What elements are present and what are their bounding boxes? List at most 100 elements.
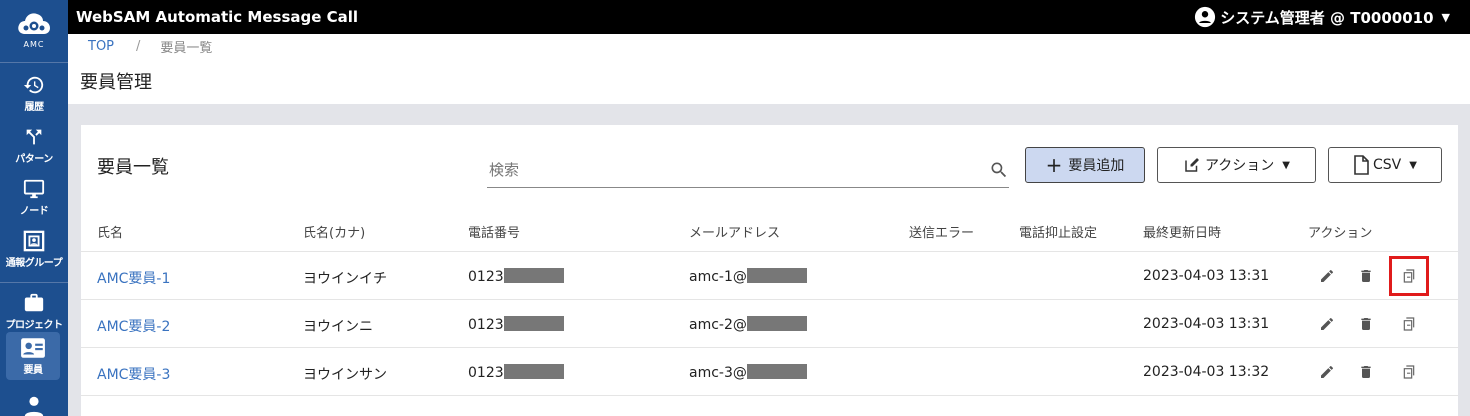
pattern-icon: [26, 129, 42, 145]
group-icon: [23, 230, 45, 252]
briefcase-icon: [24, 293, 44, 312]
sidebar-item-label: プロジェクト: [5, 320, 64, 331]
sidebar: AMC 履歴 パターン ノード 通報グループ プロジェクト 要員: [0, 0, 68, 416]
staff-email: amc-2@: [689, 316, 807, 333]
nav-divider: [0, 62, 68, 63]
column-header-suppress[interactable]: 電話抑止設定: [1019, 222, 1097, 241]
column-header-updated[interactable]: 最終更新日時: [1143, 222, 1221, 241]
sidebar-item-label: 通報グループ: [5, 258, 63, 269]
add-staff-label: 要員追加: [1068, 158, 1125, 174]
search-placeholder: 検索: [489, 161, 520, 179]
cloud-logo-icon: [18, 12, 50, 34]
sidebar-item-history[interactable]: 履歴: [0, 74, 68, 113]
card-title: 要員一覧: [97, 157, 169, 178]
table-row: AMC要員-1 ヨウインイチ 0123 amc-1@ 2023-04-03 13…: [81, 252, 1458, 300]
column-header-kana[interactable]: 氏名(カナ): [303, 222, 365, 241]
edit-icon[interactable]: [1315, 264, 1339, 288]
email-prefix: amc-1@: [689, 269, 747, 285]
monitor-icon: [23, 179, 45, 199]
redacted-block: [503, 316, 564, 331]
sidebar-item-pattern[interactable]: パターン: [0, 126, 68, 165]
staff-email: amc-3@: [689, 364, 807, 381]
staff-phone: 0123: [468, 316, 564, 333]
redacted-block: [503, 364, 564, 379]
user-menu[interactable]: システム管理者 @ T0000010 ▼: [1194, 6, 1450, 28]
delete-icon[interactable]: [1354, 360, 1378, 384]
column-header-phone[interactable]: 電話番号: [468, 222, 520, 241]
staff-phone: 0123: [468, 268, 564, 285]
staff-list-card: 要員一覧 検索 + 要員追加 アクション ▼ CSV ▼ 氏名 氏名(カナ) 電…: [81, 125, 1458, 416]
sidebar-item-project[interactable]: プロジェクト: [0, 292, 68, 331]
search-icon[interactable]: [989, 160, 1009, 180]
email-prefix: amc-3@: [689, 365, 747, 381]
breadcrumb-current: 要員一覧: [160, 40, 213, 56]
redacted-block: [746, 364, 807, 379]
action-label: アクション: [1204, 158, 1275, 174]
breadcrumb-top-link[interactable]: TOP: [88, 39, 114, 54]
history-icon: [23, 76, 44, 94]
table-row: AMC要員-2 ヨウインニ 0123 amc-2@ 2023-04-03 13:…: [81, 300, 1458, 348]
sidebar-item-label: ノード: [19, 206, 49, 217]
copy-icon[interactable]: [1389, 256, 1429, 296]
sidebar-item-notify-group[interactable]: 通報グループ: [0, 230, 68, 269]
contact-card-icon: [21, 337, 45, 358]
edit-square-icon: [1185, 158, 1199, 172]
sidebar-item-label: 要員: [23, 364, 44, 376]
staff-updated: 2023-04-03 13:31: [1143, 268, 1270, 284]
column-header-email[interactable]: メールアドレス: [689, 222, 780, 241]
search-input[interactable]: 検索: [487, 152, 1009, 188]
staff-email: amc-1@: [689, 268, 807, 285]
phone-prefix: 0123: [468, 269, 504, 285]
csv-dropdown-button[interactable]: CSV ▼: [1328, 147, 1442, 183]
breadcrumb: TOP / 要員一覧: [68, 34, 1470, 58]
page-header: 要員管理: [68, 58, 1470, 104]
add-staff-button[interactable]: + 要員追加: [1025, 147, 1145, 183]
app-title: WebSAM Automatic Message Call: [76, 8, 359, 26]
column-header-actions: アクション: [1308, 226, 1373, 241]
table-header: 氏名 氏名(カナ) 電話番号 メールアドレス 送信エラー 電話抑止設定 最終更新…: [81, 210, 1458, 252]
page-title: 要員管理: [80, 72, 152, 93]
nav-divider: [0, 282, 68, 283]
column-header-send-error[interactable]: 送信エラー: [909, 222, 974, 241]
account-circle-icon: [1195, 6, 1216, 28]
staff-phone: 0123: [468, 364, 564, 381]
caret-down-icon: ▼: [1409, 159, 1417, 171]
file-icon: [1354, 155, 1369, 175]
column-header-name[interactable]: 氏名: [97, 222, 123, 241]
redacted-block: [503, 268, 564, 283]
staff-name-link[interactable]: AMC要員-2: [97, 316, 170, 336]
sidebar-item-staff[interactable]: 要員: [6, 332, 60, 380]
action-dropdown-button[interactable]: アクション ▼: [1157, 147, 1316, 183]
staff-kana: ヨウインイチ: [303, 271, 387, 287]
copy-icon[interactable]: [1397, 360, 1421, 384]
email-prefix: amc-2@: [689, 317, 747, 333]
copy-icon[interactable]: [1397, 312, 1421, 336]
edit-icon[interactable]: [1315, 360, 1339, 384]
breadcrumb-separator: /: [136, 38, 141, 54]
redacted-block: [746, 316, 807, 331]
plus-icon: +: [1045, 153, 1063, 177]
app-logo[interactable]: AMC: [0, 0, 68, 58]
caret-down-icon: ▼: [1282, 159, 1290, 171]
csv-label: CSV: [1373, 157, 1402, 173]
staff-name-link[interactable]: AMC要員-3: [97, 364, 170, 384]
delete-icon[interactable]: [1354, 264, 1378, 288]
edit-icon[interactable]: [1315, 312, 1339, 336]
staff-updated: 2023-04-03 13:31: [1143, 316, 1270, 332]
delete-icon[interactable]: [1354, 312, 1378, 336]
staff-name-link[interactable]: AMC要員-1: [97, 268, 170, 288]
user-label: システム管理者 @ T0000010: [1220, 8, 1434, 27]
staff-kana: ヨウインサン: [303, 367, 387, 383]
sidebar-item-node[interactable]: ノード: [0, 178, 68, 217]
person-icon: [24, 396, 44, 416]
staff-kana: ヨウインニ: [303, 319, 373, 335]
sidebar-item-label: 履歴: [24, 102, 45, 113]
redacted-block: [746, 268, 807, 283]
logo-text: AMC: [23, 39, 45, 49]
table-row: AMC要員-3 ヨウインサン 0123 amc-3@ 2023-04-03 13…: [81, 348, 1458, 396]
sidebar-item-user[interactable]: [0, 394, 68, 416]
sidebar-item-label: パターン: [15, 154, 53, 165]
top-bar: WebSAM Automatic Message Call システム管理者 @ …: [68, 0, 1470, 34]
staff-updated: 2023-04-03 13:32: [1143, 364, 1270, 380]
phone-prefix: 0123: [468, 317, 504, 333]
